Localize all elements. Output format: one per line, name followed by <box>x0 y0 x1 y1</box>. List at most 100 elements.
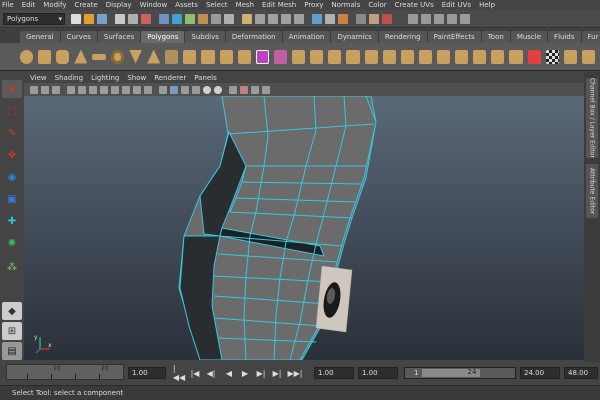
perspective-viewport[interactable]: y x <box>24 96 584 360</box>
camera-attributes-icon[interactable] <box>41 85 49 94</box>
current-time-field[interactable]: 1.00 <box>128 367 166 379</box>
tab-rendering[interactable]: Rendering <box>378 31 427 43</box>
poly-cone-icon[interactable] <box>74 49 88 64</box>
range-start-field[interactable]: 1.00 <box>314 367 354 379</box>
tab-surfaces[interactable]: Surfaces <box>97 31 141 43</box>
tab-deformation[interactable]: Deformation <box>225 31 282 43</box>
panel-menu-panels[interactable]: Panels <box>194 74 217 82</box>
construction-history-icon[interactable] <box>338 13 348 24</box>
menu-edit-uvs[interactable]: Edit UVs <box>442 1 471 9</box>
panel-menu-renderer[interactable]: Renderer <box>154 74 186 82</box>
mirror-icon[interactable] <box>310 49 324 64</box>
poly-torus-icon[interactable] <box>110 49 125 64</box>
go-to-end-button[interactable]: ▶▶| <box>288 368 303 378</box>
poly-cylinder-icon[interactable] <box>56 49 70 64</box>
tab-general[interactable]: General <box>20 31 60 43</box>
safe-action-icon[interactable] <box>133 85 141 94</box>
isolate-select-icon[interactable] <box>240 85 248 94</box>
extrude-icon[interactable] <box>364 49 378 64</box>
insert-edge-loop-icon[interactable] <box>455 49 469 64</box>
tab-animation[interactable]: Animation <box>282 31 331 43</box>
panel-menu-view[interactable]: View <box>30 74 47 82</box>
poly-cube-icon[interactable] <box>38 49 52 64</box>
snap-grid-icon[interactable] <box>242 13 252 24</box>
render-settings-icon[interactable] <box>382 13 392 24</box>
step-back-frame-button[interactable]: ◀| <box>206 368 216 378</box>
channel-box-icon[interactable] <box>447 13 457 24</box>
resolution-gate-icon[interactable] <box>100 85 108 94</box>
layer-editor-icon[interactable] <box>460 13 470 24</box>
ipr-render-icon[interactable] <box>369 13 379 24</box>
reduce-icon[interactable] <box>328 49 342 64</box>
menu-file[interactable]: File <box>2 1 14 9</box>
checker-texture-icon[interactable] <box>545 49 559 64</box>
automatic-map-icon[interactable] <box>581 49 595 64</box>
tab-polygons[interactable]: Polygons <box>141 31 185 43</box>
move-tool-icon[interactable]: ✥ <box>2 146 22 164</box>
boolean-difference-icon[interactable] <box>274 49 288 64</box>
universal-manipulator-icon[interactable]: ✚ <box>2 212 22 230</box>
tab-toon[interactable]: Toon <box>481 31 510 43</box>
live-surface-icon[interactable] <box>294 13 304 24</box>
shadows-icon[interactable] <box>214 85 222 94</box>
collapse-icon[interactable] <box>509 49 523 64</box>
poly-pipe-icon[interactable] <box>165 49 179 64</box>
wireframe-on-shaded-icon[interactable] <box>181 85 189 94</box>
snap-point-icon[interactable] <box>268 13 278 24</box>
select-component-icon[interactable] <box>141 13 151 24</box>
split-polygon-icon[interactable] <box>437 49 451 64</box>
step-forward-frame-button[interactable]: ▶| <box>256 368 266 378</box>
mask-uv-icon[interactable] <box>198 13 208 24</box>
attribute-toggle-icon[interactable] <box>421 13 431 24</box>
menu-window[interactable]: Window <box>140 1 168 9</box>
poly-pyramid-icon[interactable] <box>147 49 161 64</box>
go-to-start-button[interactable]: |◀◀ <box>173 364 185 382</box>
film-gate-icon[interactable] <box>89 85 97 94</box>
tab-painteffects[interactable]: PaintEffects <box>427 31 481 43</box>
smooth-shade-icon[interactable] <box>170 85 178 94</box>
select-object-icon[interactable] <box>128 13 138 24</box>
play-forwards-button[interactable]: ▶ <box>240 368 250 378</box>
menu-edit-mesh[interactable]: Edit Mesh <box>262 1 296 9</box>
open-scene-icon[interactable] <box>84 13 94 24</box>
playback-end-field[interactable]: 48.00 <box>564 367 598 379</box>
soft-mod-tool-icon[interactable]: ✺ <box>2 234 22 252</box>
menu-help[interactable]: Help <box>479 1 495 9</box>
menu-normals[interactable]: Normals <box>331 1 360 9</box>
play-backwards-button[interactable]: ◀ <box>224 368 234 378</box>
tab-subdivs[interactable]: Subdivs <box>185 31 225 43</box>
append-polygon-icon[interactable] <box>400 49 414 64</box>
range-slider-thumb[interactable]: 24 <box>422 368 481 377</box>
rotate-tool-icon[interactable]: ◉ <box>2 168 22 186</box>
snap-curve-icon[interactable] <box>255 13 265 24</box>
boolean-union-icon[interactable] <box>255 49 270 64</box>
combine-icon[interactable] <box>183 49 197 64</box>
gate-mask-icon[interactable] <box>111 85 119 94</box>
fill-hole-icon[interactable] <box>418 49 433 64</box>
scale-tool-icon[interactable]: ▣ <box>2 190 22 208</box>
tab-curves[interactable]: Curves <box>60 31 97 43</box>
uv-editor-icon[interactable] <box>527 49 541 64</box>
menu-modify[interactable]: Modify <box>43 1 66 9</box>
show-manipulator-icon[interactable]: ⁂ <box>2 258 22 276</box>
tool-settings-icon[interactable] <box>434 13 444 24</box>
mode-selector[interactable]: Polygons ▾ <box>3 12 65 25</box>
single-perspective-layout-icon[interactable]: ◆ <box>2 302 22 320</box>
menu-display[interactable]: Display <box>106 1 132 9</box>
poly-prism-icon[interactable] <box>129 49 143 64</box>
lasso-tool-icon[interactable]: ⬚ <box>2 102 22 120</box>
playback-start-field[interactable]: 1.00 <box>358 367 398 379</box>
tab-fluids[interactable]: Fluids <box>548 31 581 43</box>
panel-menu-show[interactable]: Show <box>127 74 146 82</box>
xray-joints-icon[interactable] <box>251 85 259 94</box>
menu-edit[interactable]: Edit <box>22 1 36 9</box>
mask-face-icon[interactable] <box>185 13 195 24</box>
textured-icon[interactable] <box>192 85 200 94</box>
image-plane-icon[interactable] <box>67 85 75 94</box>
select-tool-icon[interactable]: ➤ <box>2 80 22 98</box>
smooth-icon[interactable] <box>237 49 251 64</box>
extract-icon[interactable] <box>219 49 233 64</box>
camera-icon[interactable] <box>30 85 38 94</box>
poly-sphere-icon[interactable] <box>20 49 34 64</box>
render-frame-icon[interactable] <box>356 13 366 24</box>
